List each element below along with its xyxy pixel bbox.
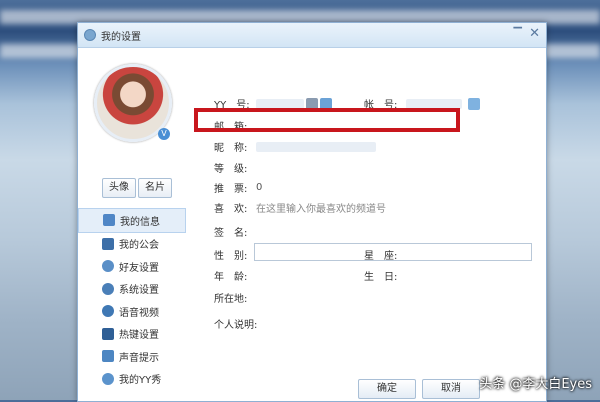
age-label: 年 龄:	[214, 272, 248, 283]
birthday-label: 生 日:	[364, 272, 398, 283]
sidebar-item-label: 语音视频	[119, 307, 159, 319]
sidebar-item-label: 我的公会	[119, 240, 159, 252]
yy-number-value	[256, 98, 304, 109]
likes-input[interactable]: 在这里输入你最喜欢的频道号	[256, 200, 386, 215]
nickname-value[interactable]	[256, 141, 376, 152]
sidebar-item-label: 我的信息	[120, 216, 160, 228]
bio-label: 个人说明:	[214, 320, 258, 331]
zodiac-label: 星 座:	[364, 251, 398, 262]
speaker-icon	[102, 305, 114, 318]
sidebar-item-label: 声音提示	[119, 352, 159, 364]
recommend-label: 推 票:	[214, 184, 248, 195]
avatar-button[interactable]: 头像	[102, 178, 136, 198]
app-logo-icon	[84, 29, 96, 41]
minimize-button[interactable]: ▔	[514, 27, 522, 41]
verified-badge: V	[158, 128, 170, 140]
sidebar-item-guild[interactable]: 我的公会	[78, 233, 186, 256]
settings-window: 我的设置 ▔ ✕ V 头像 名片 我的信息 我的公会 好友设置 系统设置 语音视…	[77, 22, 547, 402]
nickname-label: 昵 称:	[214, 143, 248, 154]
window-title: 我的设置	[101, 31, 141, 43]
signature-label: 签 名:	[214, 228, 248, 239]
business-card-button[interactable]: 名片	[138, 178, 172, 198]
sidebar-item-system[interactable]: 系统设置	[78, 278, 186, 301]
music-note-icon	[102, 350, 114, 363]
footer-bar: 确定 取消	[78, 373, 546, 401]
info-panel: YY 号: 帐 号: 邮 箱: 昵 称: 等 级: 推 票: 0 喜 欢: 在这…	[196, 48, 546, 401]
sidebar-item-label: 系统设置	[119, 285, 159, 297]
gear-icon	[102, 282, 114, 295]
ok-button[interactable]: 确定	[358, 379, 416, 399]
friend-icon	[102, 260, 114, 273]
keyboard-icon	[102, 327, 114, 340]
sidebar: V 头像 名片 我的信息 我的公会 好友设置 系统设置 语音视频 热键设置 声音…	[78, 48, 186, 401]
sidebar-item-label: 好友设置	[119, 262, 159, 274]
sidebar-item-my-info[interactable]: 我的信息	[78, 208, 186, 233]
recommend-value: 0	[256, 182, 263, 193]
level-label: 等 级:	[214, 164, 248, 175]
watermark: 头条 @李大白Eyes	[479, 377, 592, 392]
sidebar-item-label: 热键设置	[119, 330, 159, 342]
location-label: 所在地:	[214, 294, 248, 305]
gender-label: 性 别:	[214, 251, 248, 262]
sidebar-item-hotkeys[interactable]: 热键设置	[78, 323, 186, 346]
settings-menu: 我的信息 我的公会 好友设置 系统设置 语音视频 热键设置 声音提示 我的YY秀	[78, 208, 186, 390]
edit-icon[interactable]	[468, 97, 480, 110]
cancel-button[interactable]: 取消	[422, 379, 480, 399]
nickname-highlight-box	[194, 108, 460, 132]
title-bar: 我的设置 ▔ ✕	[78, 23, 546, 48]
flag-icon	[102, 237, 114, 250]
account-value	[406, 98, 462, 109]
sidebar-item-audio-video[interactable]: 语音视频	[78, 300, 186, 323]
profile-card-icon	[103, 214, 115, 227]
close-button[interactable]: ✕	[529, 27, 540, 41]
likes-label: 喜 欢:	[214, 204, 248, 215]
sidebar-item-sound-alerts[interactable]: 声音提示	[78, 345, 186, 368]
sidebar-item-friends[interactable]: 好友设置	[78, 255, 186, 278]
